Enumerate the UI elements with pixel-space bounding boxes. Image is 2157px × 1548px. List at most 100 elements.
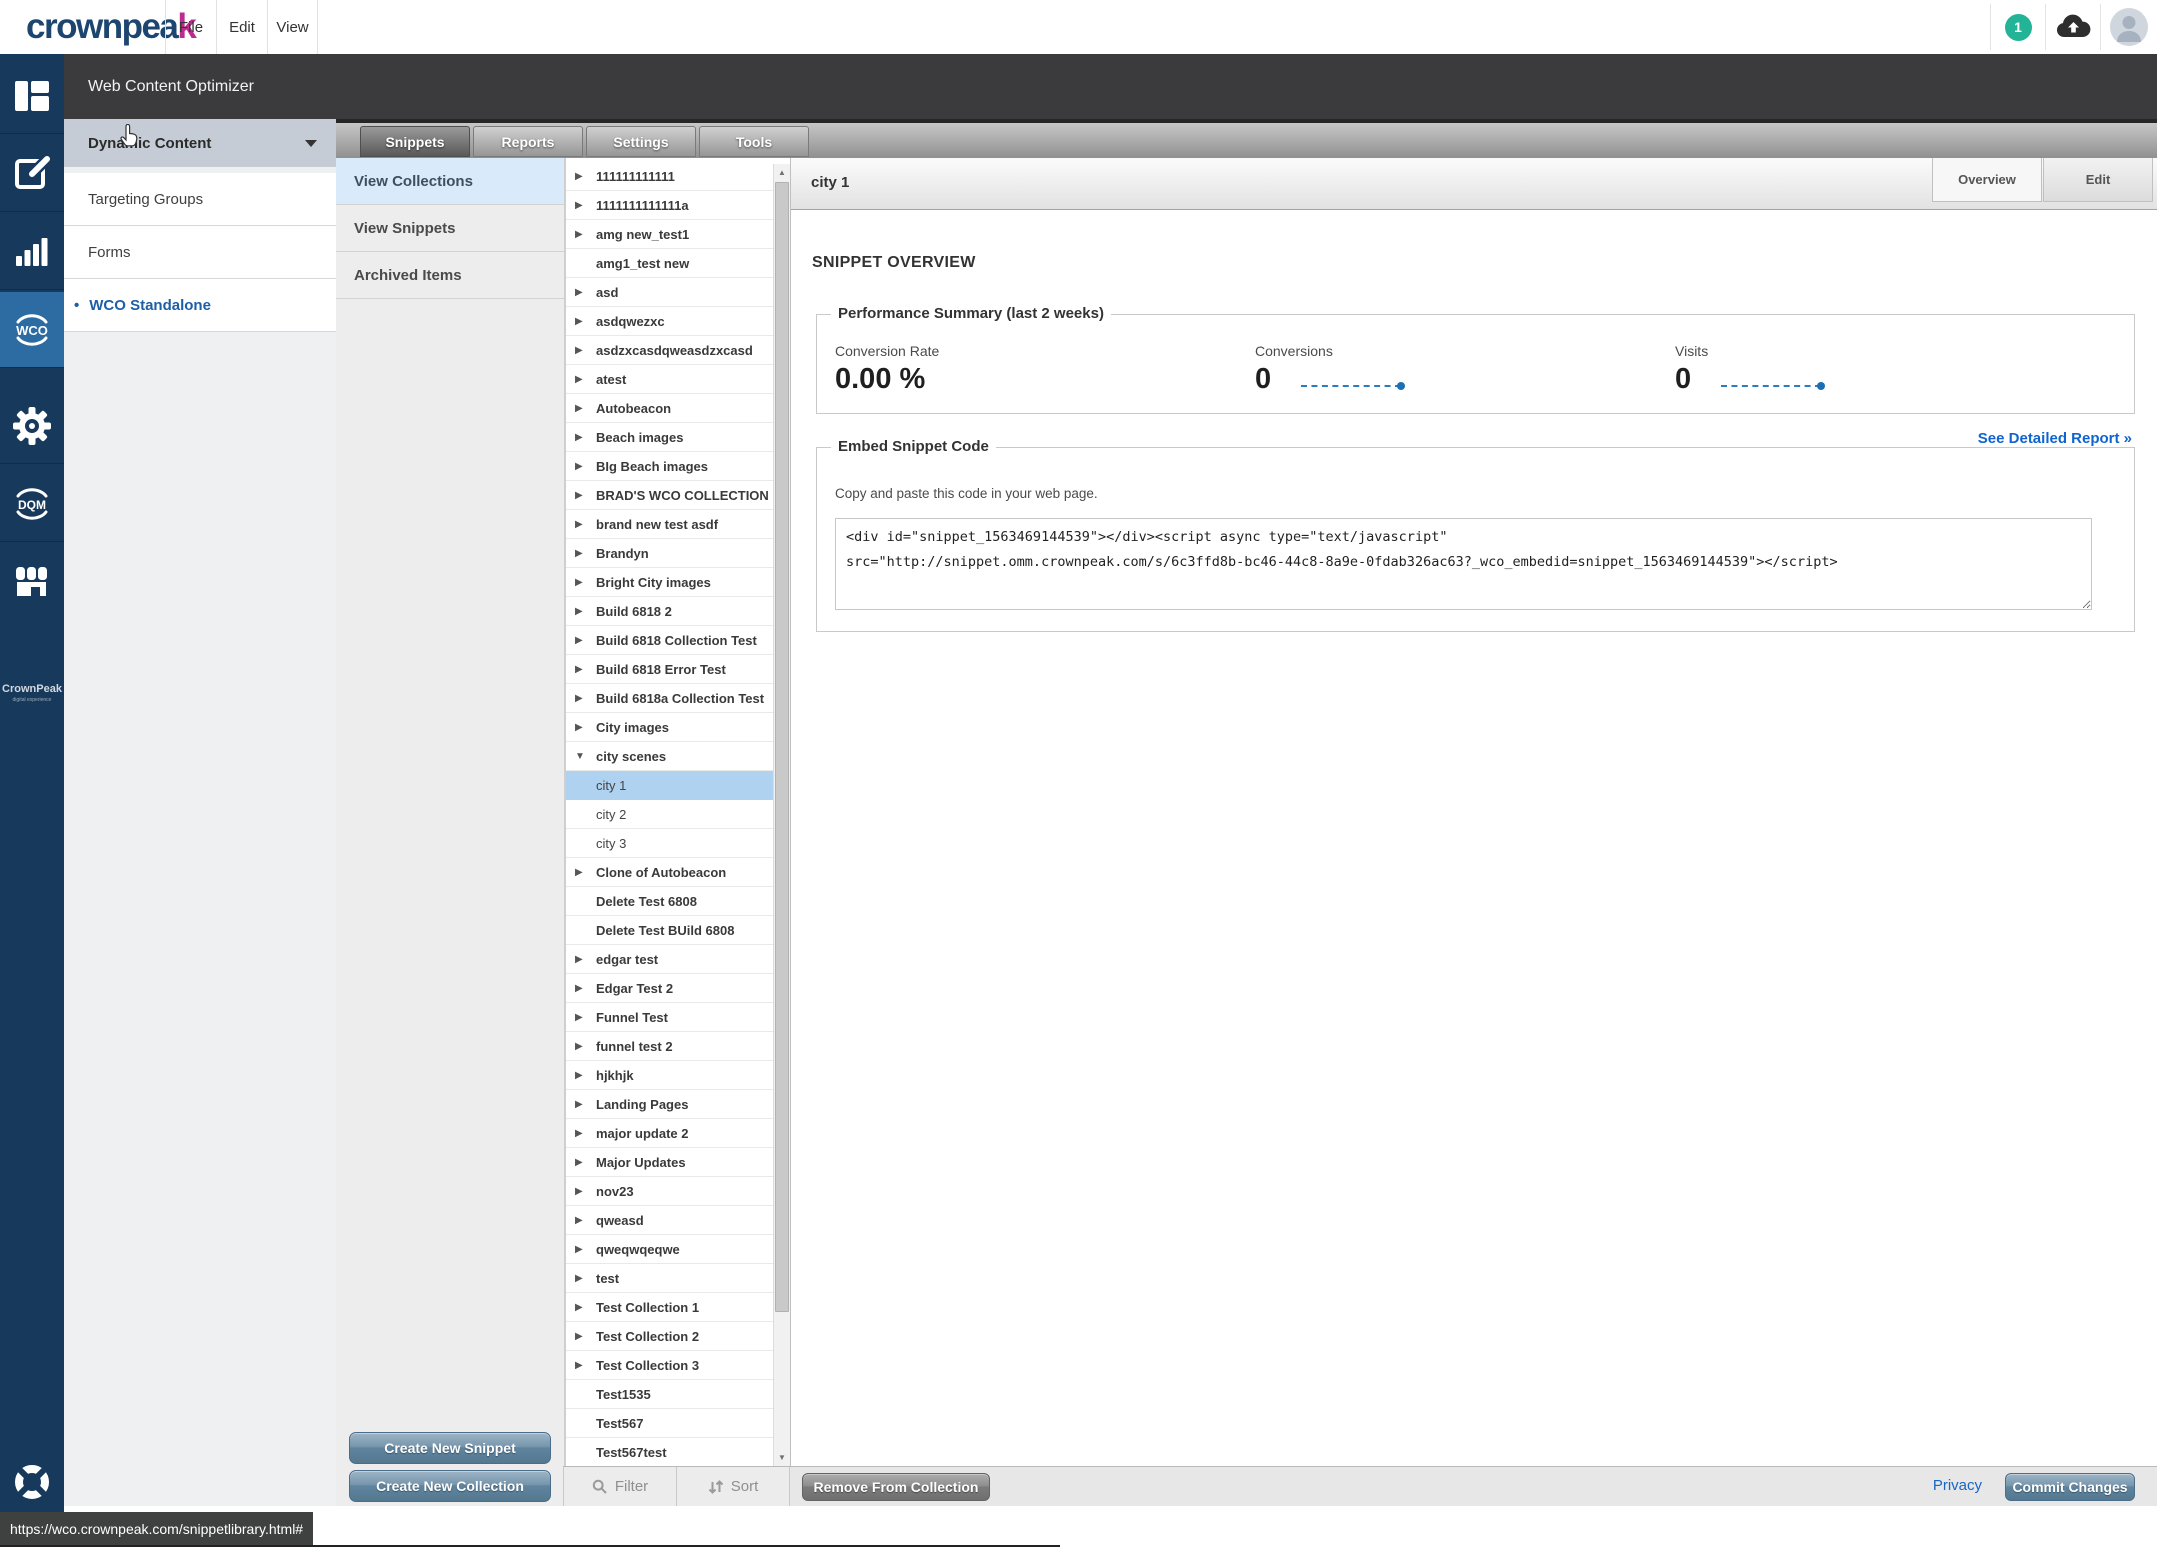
tree-item[interactable]: Test567 xyxy=(566,1409,774,1438)
tab[interactable]: Reports xyxy=(473,126,583,157)
expand-arrow-icon[interactable] xyxy=(575,983,587,994)
user-avatar[interactable] xyxy=(2100,4,2157,50)
tree-item[interactable]: edgar test xyxy=(566,945,774,974)
dashboard-icon[interactable] xyxy=(0,58,64,134)
tree-item[interactable]: city scenes xyxy=(566,742,774,771)
analytics-icon[interactable] xyxy=(0,214,64,290)
tree-item[interactable]: nov23 xyxy=(566,1177,774,1206)
dynamic-content-dropdown[interactable]: Dynamic Content xyxy=(64,119,336,167)
sort-button[interactable]: Sort xyxy=(677,1467,790,1506)
library-menu-item[interactable]: View Collections xyxy=(336,158,564,205)
tree-item[interactable]: Build 6818a Collection Test xyxy=(566,684,774,713)
expand-arrow-icon[interactable] xyxy=(575,606,587,617)
view-tab[interactable]: Overview xyxy=(1932,158,2042,202)
expand-arrow-icon[interactable] xyxy=(575,229,587,240)
compose-icon[interactable] xyxy=(0,136,64,212)
view-tab[interactable]: Edit xyxy=(2043,158,2153,202)
tree-item[interactable]: Beach images xyxy=(566,423,774,452)
notification-badge[interactable]: 1 xyxy=(1990,4,2045,50)
tree-item[interactable]: Funnel Test xyxy=(566,1003,774,1032)
expand-arrow-icon[interactable] xyxy=(575,1041,587,1052)
dqm-icon[interactable]: DQM xyxy=(0,466,64,542)
tree-item[interactable]: Test Collection 2 xyxy=(566,1322,774,1351)
expand-arrow-icon[interactable] xyxy=(575,1012,587,1023)
left-nav-item[interactable]: • Forms xyxy=(64,226,336,279)
tree-item[interactable]: Delete Test 6808 xyxy=(566,887,774,916)
expand-arrow-icon[interactable] xyxy=(575,867,587,878)
tree-item[interactable]: Test567test xyxy=(566,1438,774,1466)
expand-arrow-icon[interactable] xyxy=(575,1099,587,1110)
scroll-thumb[interactable] xyxy=(775,182,789,1312)
expand-arrow-icon[interactable] xyxy=(575,1215,587,1226)
tree-item[interactable]: atest xyxy=(566,365,774,394)
expand-arrow-icon[interactable] xyxy=(575,1331,587,1342)
library-menu-item[interactable]: Archived Items xyxy=(336,252,564,299)
tab[interactable]: Settings xyxy=(586,126,696,157)
tree-scrollbar[interactable]: ▲ ▼ xyxy=(773,164,790,1466)
library-menu-item[interactable]: View Snippets xyxy=(336,205,564,252)
embed-code-textarea[interactable]: <div id="snippet_1563469144539"></div><s… xyxy=(835,518,2092,610)
left-nav-item[interactable]: • Targeting Groups xyxy=(64,173,336,226)
tree-item[interactable]: major update 2 xyxy=(566,1119,774,1148)
expand-arrow-icon[interactable] xyxy=(575,461,587,472)
create-new-snippet-button[interactable]: Create New Snippet xyxy=(349,1432,551,1464)
tree-item[interactable]: brand new test asdf xyxy=(566,510,774,539)
tree-item[interactable]: Build 6818 Collection Test xyxy=(566,626,774,655)
tree-item[interactable]: asdqwezxc xyxy=(566,307,774,336)
wco-icon[interactable]: WCO xyxy=(0,292,64,368)
tree-item[interactable]: asdzxcasdqweasdzxcasd xyxy=(566,336,774,365)
expand-arrow-icon[interactable] xyxy=(575,693,587,704)
menu-item[interactable]: Edit xyxy=(216,0,267,54)
expand-arrow-icon[interactable] xyxy=(575,374,587,385)
tab[interactable]: Tools xyxy=(699,126,809,157)
expand-arrow-icon[interactable] xyxy=(575,519,587,530)
tree-item[interactable]: City images xyxy=(566,713,774,742)
tree-item[interactable]: Test Collection 1 xyxy=(566,1293,774,1322)
expand-arrow-icon[interactable] xyxy=(575,1070,587,1081)
tree-item[interactable]: asd xyxy=(566,278,774,307)
tree-item[interactable]: 111111111111 xyxy=(566,162,774,191)
expand-arrow-icon[interactable] xyxy=(575,490,587,501)
commit-changes-button[interactable]: Commit Changes xyxy=(2005,1473,2135,1501)
filter-button[interactable]: Filter xyxy=(563,1467,677,1506)
tree-item[interactable]: Bright City images xyxy=(566,568,774,597)
expand-arrow-icon[interactable] xyxy=(575,287,587,298)
tree-item[interactable]: Test1535 xyxy=(566,1380,774,1409)
scroll-down-arrow[interactable]: ▼ xyxy=(774,1449,790,1466)
marketplace-icon[interactable] xyxy=(0,544,64,620)
tree-item[interactable]: city 3 xyxy=(566,829,774,858)
tree-item[interactable]: hjkhjk xyxy=(566,1061,774,1090)
expand-arrow-icon[interactable] xyxy=(575,1360,587,1371)
remove-from-collection-button[interactable]: Remove From Collection xyxy=(802,1473,990,1501)
cloud-upload-icon[interactable] xyxy=(2045,4,2100,50)
expand-arrow-icon[interactable] xyxy=(575,635,587,646)
menu-item[interactable]: View xyxy=(267,0,318,54)
expand-arrow-icon[interactable] xyxy=(575,548,587,559)
tree-item[interactable]: amg1_test new xyxy=(566,249,774,278)
create-new-collection-button[interactable]: Create New Collection xyxy=(349,1470,551,1502)
tree-item[interactable]: Brandyn xyxy=(566,539,774,568)
expand-arrow-icon[interactable] xyxy=(575,1157,587,1168)
expand-arrow-icon[interactable] xyxy=(575,577,587,588)
expand-arrow-icon[interactable] xyxy=(575,1244,587,1255)
expand-arrow-icon[interactable] xyxy=(575,751,587,762)
privacy-link[interactable]: Privacy xyxy=(1933,1477,1982,1494)
tree-item[interactable]: BRAD'S WCO COLLECTION xyxy=(566,481,774,510)
expand-arrow-icon[interactable] xyxy=(575,345,587,356)
tree-item[interactable]: city 1 xyxy=(566,771,774,800)
scroll-up-arrow[interactable]: ▲ xyxy=(774,164,790,181)
expand-arrow-icon[interactable] xyxy=(575,171,587,182)
tree-item[interactable]: BIg Beach images xyxy=(566,452,774,481)
tree-item[interactable]: Edgar Test 2 xyxy=(566,974,774,1003)
expand-arrow-icon[interactable] xyxy=(575,722,587,733)
see-detailed-report-link[interactable]: See Detailed Report » xyxy=(1978,430,2132,447)
expand-arrow-icon[interactable] xyxy=(575,316,587,327)
tree-item[interactable]: Major Updates xyxy=(566,1148,774,1177)
tree-item[interactable]: Delete Test BUild 6808 xyxy=(566,916,774,945)
expand-arrow-icon[interactable] xyxy=(575,954,587,965)
menu-item[interactable]: File xyxy=(165,0,216,54)
tree-item[interactable]: qweasd xyxy=(566,1206,774,1235)
tree-item[interactable]: Autobeacon xyxy=(566,394,774,423)
expand-arrow-icon[interactable] xyxy=(575,200,587,211)
expand-arrow-icon[interactable] xyxy=(575,1273,587,1284)
